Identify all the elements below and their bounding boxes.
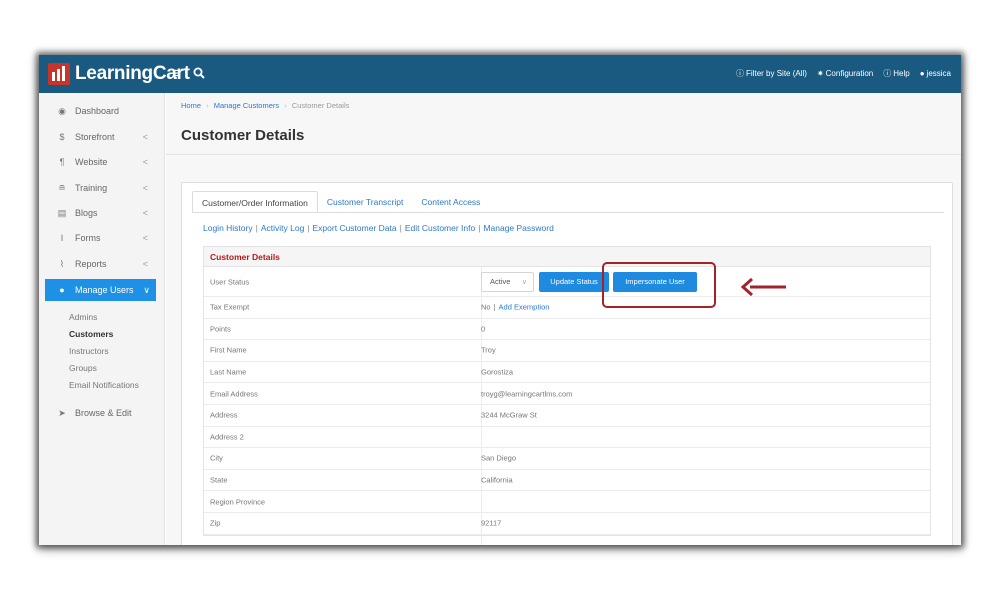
header-divider (166, 154, 961, 155)
sidebar-item-manage-users[interactable]: ● Manage Users ∨ (45, 279, 156, 301)
sidebar-item-forms[interactable]: I Forms < (39, 227, 165, 249)
row-label: User Status (210, 277, 250, 286)
search-icon[interactable] (193, 66, 205, 84)
table-row: First Name Troy (204, 340, 930, 362)
user-status-select[interactable]: Active ∨ (481, 271, 534, 292)
add-exemption-link[interactable]: Add Exemption (499, 303, 550, 312)
table-row: State California (204, 470, 930, 492)
sidebar-item-website[interactable]: ¶ Website < (39, 151, 165, 173)
tab-bar: Customer/Order Information Customer Tran… (192, 191, 489, 213)
dollar-icon: $ (59, 132, 65, 142)
user-menu-button[interactable]: ● jessica (920, 68, 951, 79)
tab-content-access[interactable]: Content Access (412, 191, 489, 213)
table-row: Email Address troyg@learningcartlms.com (204, 383, 930, 405)
chevron-left-icon: < (142, 233, 148, 243)
table-row: Last Name Gorostiza (204, 362, 930, 384)
sidebar-subitem-customers[interactable]: Customers (69, 329, 113, 339)
sidebar-item-browse-edit[interactable]: ➤ Browse & Edit (39, 402, 165, 424)
user-icon: ● (919, 69, 925, 78)
breadcrumb-manage-customers[interactable]: Manage Customers (214, 101, 279, 110)
table-row: Points 0 (204, 319, 930, 341)
users-icon: ● (59, 285, 65, 295)
table-row: Address 2 (204, 427, 930, 449)
paragraph-icon: ¶ (59, 157, 65, 167)
main-content: Home › Manage Customers › Customer Detai… (166, 93, 961, 545)
page-title: Customer Details (181, 127, 305, 144)
breadcrumb-current: Customer Details (291, 101, 350, 110)
chevron-left-icon: < (142, 132, 148, 142)
sidebar-item-dashboard[interactable]: ◉ Dashboard (39, 100, 165, 122)
tab-divider (192, 212, 944, 213)
chevron-left-icon: < (142, 259, 148, 269)
help-button[interactable]: ⓘ Help (883, 68, 909, 79)
help-circle-icon: ⓘ (883, 69, 892, 78)
sidebar-item-reports[interactable]: ⌇ Reports < (39, 253, 165, 275)
breadcrumb: Home › Manage Customers › Customer Detai… (181, 101, 349, 110)
table-row: Address 3244 McGraw St (204, 405, 930, 427)
dashboard-icon: ◉ (58, 105, 66, 116)
sidebar-subitem-instructors[interactable]: Instructors (69, 346, 109, 356)
activity-log-link[interactable]: Activity Log (261, 223, 304, 233)
sidebar: ◉ Dashboard $ Storefront < ¶ Website < ≘… (39, 93, 165, 545)
tab-customer-transcript[interactable]: Customer Transcript (318, 191, 413, 213)
pointer-icon: ➤ (58, 407, 66, 418)
sidebar-subitem-groups[interactable]: Groups (69, 363, 97, 373)
gear-icon: ✷ (816, 69, 824, 78)
breadcrumb-separator-icon: › (206, 101, 209, 110)
graduation-cap-icon: ≘ (58, 182, 66, 193)
table-row: Zip 92117 (204, 513, 930, 535)
sidebar-item-storefront[interactable]: $ Storefront < (39, 126, 165, 148)
chevron-left-icon: < (142, 183, 148, 193)
table-row: City San Diego (204, 448, 930, 470)
chevron-down-icon: ∨ (521, 278, 527, 286)
sidebar-item-blogs[interactable]: ▤ Blogs < (39, 202, 165, 224)
login-history-link[interactable]: Login History (203, 223, 253, 233)
brand-logo[interactable]: LearningCart (48, 62, 190, 86)
chevron-left-icon: < (142, 157, 148, 167)
table-row-user-status: User Status Active ∨ Update Status Imper… (204, 267, 930, 297)
customer-card: Customer/Order Information Customer Tran… (181, 182, 953, 545)
tab-customer-order-information[interactable]: Customer/Order Information (192, 191, 318, 213)
sidebar-subitem-admins[interactable]: Admins (69, 312, 97, 322)
export-customer-data-link[interactable]: Export Customer Data (313, 223, 397, 233)
table-row-tax-exempt: Tax Exempt No | Add Exemption (204, 297, 930, 319)
sidebar-subitem-email-notifications[interactable]: Email Notifications (69, 380, 139, 390)
blog-icon: ▤ (57, 207, 67, 218)
chevron-down-icon: ∨ (143, 284, 150, 295)
configuration-button[interactable]: ✷ Configuration (817, 68, 873, 79)
hamburger-menu-icon[interactable]: ≡ (172, 65, 181, 82)
manage-password-link[interactable]: Manage Password (483, 223, 553, 233)
logo-mark-icon (48, 63, 70, 85)
sidebar-item-training[interactable]: ≘ Training < (39, 177, 165, 199)
app-window: LearningCart ≡ ⓘ Filter by Site (All) ✷ … (39, 55, 961, 545)
breadcrumb-home[interactable]: Home (181, 101, 201, 110)
filter-by-site-button[interactable]: ⓘ Filter by Site (All) (736, 68, 807, 79)
customer-details-table: Customer Details User Status Active ∨ Up… (203, 246, 931, 545)
question-circle-icon: ⓘ (736, 69, 745, 78)
line-chart-icon: ⌇ (59, 258, 65, 269)
row-label: Tax Exempt (210, 302, 250, 312)
edit-customer-info-link[interactable]: Edit Customer Info (405, 223, 475, 233)
impersonate-highlight-box (602, 262, 716, 308)
section-title: Customer Details (204, 247, 930, 267)
update-status-button[interactable]: Update Status (539, 271, 609, 292)
top-navbar: LearningCart ≡ ⓘ Filter by Site (All) ✷ … (39, 55, 961, 93)
top-right-menu: ⓘ Filter by Site (All) ✷ Configuration ⓘ… (736, 68, 951, 79)
chevron-left-icon: < (142, 208, 148, 218)
row-value: No | Add Exemption (481, 302, 550, 312)
table-row: Region Province (204, 491, 930, 513)
cursor-text-icon: I (60, 233, 64, 243)
customer-action-links: Login History | Activity Log | Export Custom… (203, 223, 554, 233)
left-arrow-icon (740, 277, 788, 302)
breadcrumb-separator-icon: › (284, 101, 287, 110)
